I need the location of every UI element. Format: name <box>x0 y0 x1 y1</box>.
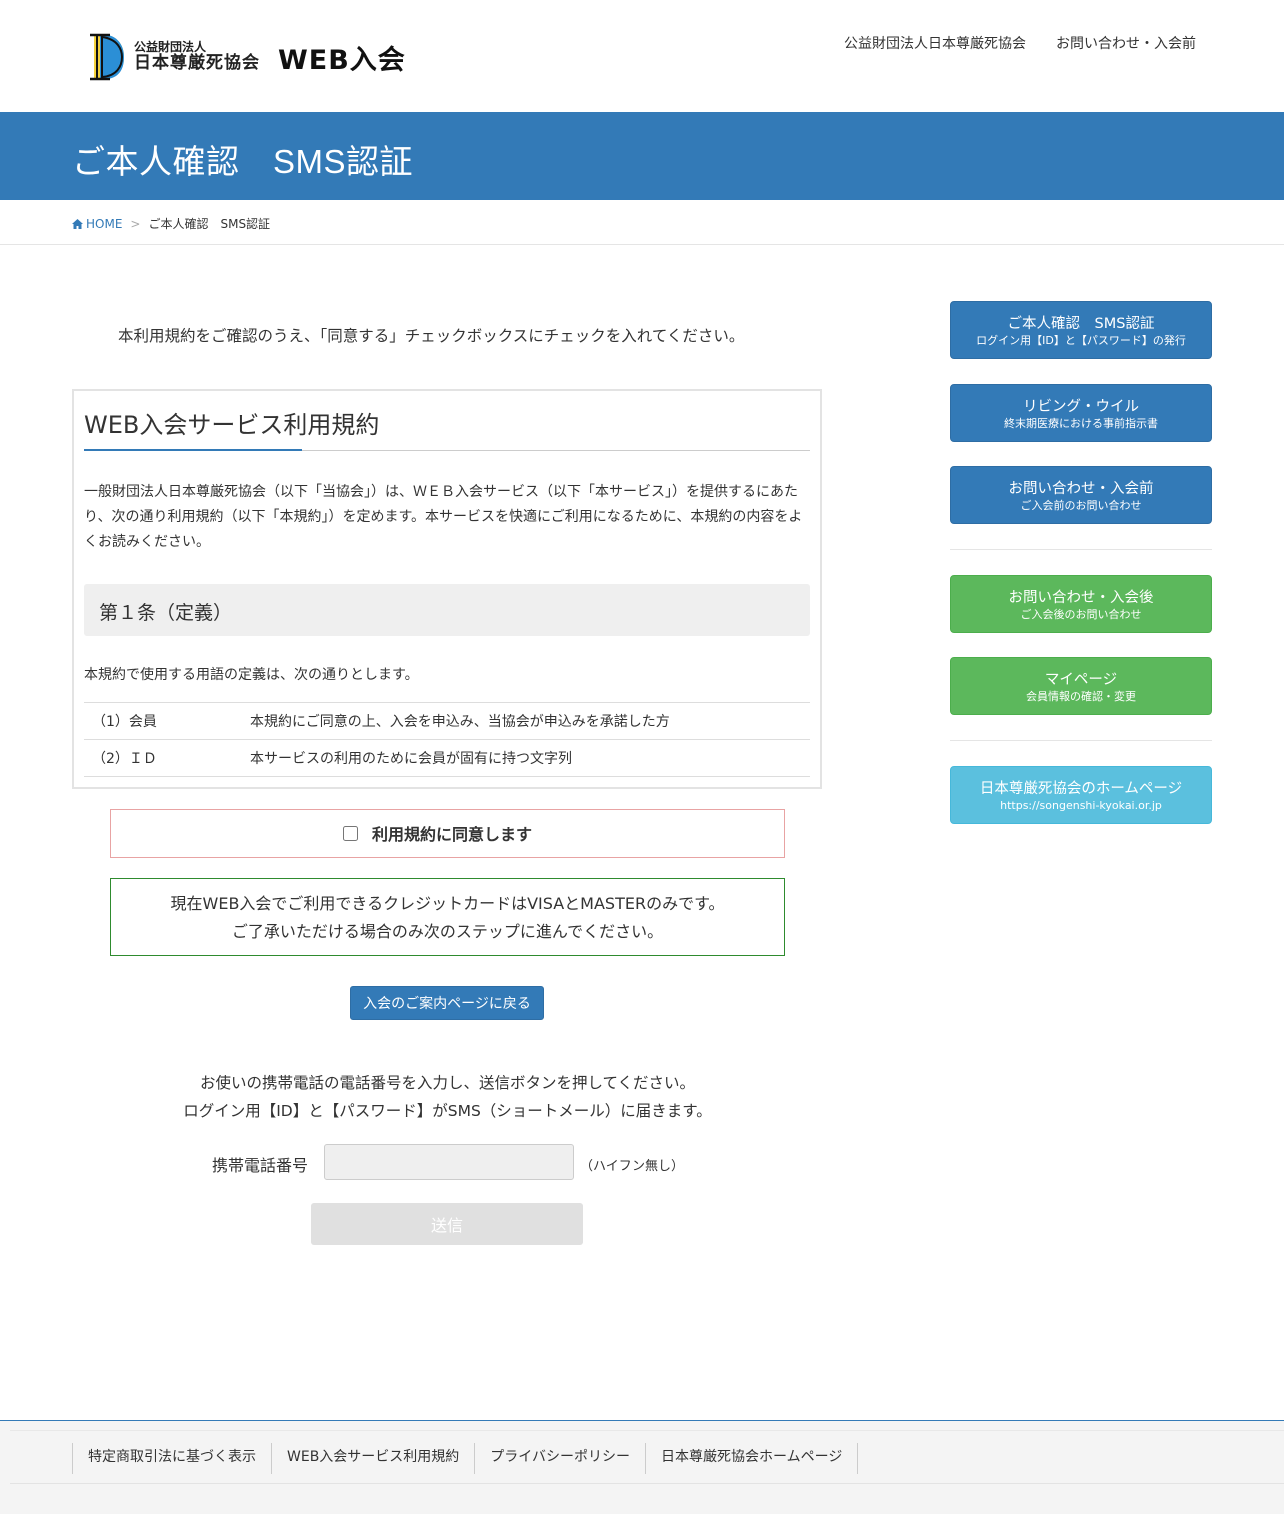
site-logo[interactable]: 公益財団法人 日本尊厳死協会 WEB入会 <box>88 32 406 82</box>
footer-link-privacy[interactable]: プライバシーポリシー <box>474 1443 645 1474</box>
footer-divider <box>10 1430 1284 1431</box>
sidebar-button-contact-after[interactable]: お問い合わせ・入会後 ご入会後のお問い合わせ <box>950 575 1212 633</box>
site-footer: 特定商取引法に基づく表示 WEB入会サービス利用規約 プライバシーポリシー 日本… <box>0 1420 1284 1514</box>
sidebar-button-homepage[interactable]: 日本尊厳死協会のホームページ https://songenshi-kyokai.… <box>950 766 1212 824</box>
sidebar-button-label: ご本人確認 SMS認証 <box>1007 316 1155 332</box>
card-notice-box: 現在WEB入会でご利用できるクレジットカードはVISAとMASTERのみです。 … <box>110 878 785 956</box>
article-heading: 第１条（定義） <box>84 584 810 636</box>
footer-link-homepage[interactable]: 日本尊厳死協会ホームページ <box>645 1443 859 1474</box>
sms-instructions: お使いの携帯電話の電話番号を入力し、送信ボタンを押してください。 ログイン用【I… <box>110 1069 785 1125</box>
breadcrumb-home-label: HOME <box>86 216 123 231</box>
sidebar-divider <box>950 740 1212 741</box>
sidebar-divider <box>950 549 1212 550</box>
global-nav: 公益財団法人日本尊厳死協会 お問い合わせ・入会前 <box>844 33 1196 53</box>
definitions-table: （1）会員 本規約にご同意の上、入会を申込み、当協会が申込みを承諾した方 （2）… <box>84 702 810 777</box>
agree-checkbox[interactable] <box>343 825 358 841</box>
terms-body: 一般財団法人日本尊厳死協会（以下「当協会」）は、ＷＥＢ入会サービス（以下「本サー… <box>84 484 803 550</box>
definition-term: （2）ＩＤ <box>84 739 250 777</box>
intro-text: 本利用規約をご確認のうえ、「同意する」チェックボックスにチェックを入れてください… <box>118 327 745 345</box>
agree-box: 利用規約に同意します <box>110 809 785 858</box>
sidebar-button-sublabel: ログイン用【ID】と【パスワード】の発行 <box>976 334 1186 347</box>
sidebar-button-label: お問い合わせ・入会後 <box>1008 590 1154 606</box>
phone-hint: （ハイフン無し） <box>580 1159 685 1174</box>
site-header: 公益財団法人 日本尊厳死協会 WEB入会 公益財団法人日本尊厳死協会 お問い合わ… <box>0 0 1284 112</box>
logo-text: 公益財団法人 日本尊厳死協会 <box>134 40 260 74</box>
send-button[interactable]: 送信 <box>311 1203 583 1245</box>
sidebar-button-label: リビング・ウイル <box>1023 399 1139 415</box>
notice-line-1: 現在WEB入会でご利用できるクレジットカードはVISAとMASTERのみです。 <box>170 894 725 913</box>
breadcrumb-current: ご本人確認 SMS認証 <box>148 217 271 231</box>
table-row: （1）会員 本規約にご同意の上、入会を申込み、当協会が申込みを承諾した方 <box>84 702 810 740</box>
footer-link-tokusho[interactable]: 特定商取引法に基づく表示 <box>72 1443 271 1474</box>
breadcrumb: HOME > ご本人確認 SMS認証 <box>0 200 1284 245</box>
nav-link-contact-before[interactable]: お問い合わせ・入会前 <box>1056 33 1196 53</box>
sidebar-button-sms-auth[interactable]: ご本人確認 SMS認証 ログイン用【ID】と【パスワード】の発行 <box>950 301 1212 359</box>
definition-desc: 本規約にご同意の上、入会を申込み、当協会が申込みを承諾した方 <box>250 702 810 740</box>
sidebar-button-sublabel: 終末期医療における事前指示書 <box>1004 417 1158 430</box>
logo-mark-icon <box>90 33 124 81</box>
back-to-guide-button[interactable]: 入会のご案内ページに戻る <box>350 986 544 1020</box>
definition-desc: 本サービスの利用のために会員が固有に持つ文字列 <box>250 739 810 777</box>
notice-line-2: ご了承いただける場合のみ次のステップに進んでください。 <box>231 922 664 941</box>
footer-divider <box>10 1483 1284 1484</box>
sidebar-button-sublabel: ご入会後のお問い合わせ <box>1020 608 1142 621</box>
terms-title-accent <box>84 449 302 451</box>
sidebar-button-label: マイページ <box>1044 672 1118 688</box>
sms-instruction-line-2: ログイン用【ID】と【パスワード】がSMS（ショートメール）に届きます。 <box>183 1102 712 1120</box>
home-icon <box>72 218 83 229</box>
sidebar-button-label: お問い合わせ・入会前 <box>1008 481 1154 497</box>
table-row: （2）ＩＤ 本サービスの利用のために会員が固有に持つ文字列 <box>84 739 810 777</box>
footer-link-terms[interactable]: WEB入会サービス利用規約 <box>271 1443 474 1474</box>
agree-label-text: 利用規約に同意します <box>372 825 533 844</box>
terms-title: WEB入会サービス利用規約 <box>84 411 380 439</box>
footer-nav: 特定商取引法に基づく表示 WEB入会サービス利用規約 プライバシーポリシー 日本… <box>72 1443 859 1474</box>
sms-instruction-line-1: お使いの携帯電話の電話番号を入力し、送信ボタンを押してください。 <box>199 1074 696 1092</box>
logo-web-text: WEB入会 <box>278 44 406 76</box>
nav-link-association[interactable]: 公益財団法人日本尊厳死協会 <box>844 33 1026 53</box>
sidebar-button-mypage[interactable]: マイページ 会員情報の確認・変更 <box>950 657 1212 715</box>
terms-box[interactable]: WEB入会サービス利用規約 一般財団法人日本尊厳死協会（以下「当協会」）は、ＷＥ… <box>72 389 822 789</box>
logo-main-text: 日本尊厳死協会 <box>134 53 260 74</box>
phone-label: 携帯電話番号 <box>212 1156 309 1175</box>
sidebar-button-sublabel: https://songenshi-kyokai.or.jp <box>1000 799 1162 812</box>
phone-number-input[interactable] <box>324 1144 574 1180</box>
sidebar-button-contact-before[interactable]: お問い合わせ・入会前 ご入会前のお問い合わせ <box>950 466 1212 524</box>
page-title: ご本人確認 SMS認証 <box>72 143 414 180</box>
page-title-band: ご本人確認 SMS認証 <box>0 112 1284 200</box>
breadcrumb-home-link[interactable]: HOME <box>72 217 122 231</box>
sidebar-button-living-will[interactable]: リビング・ウイル 終末期医療における事前指示書 <box>950 384 1212 442</box>
definition-term: （1）会員 <box>84 702 250 740</box>
agree-label[interactable]: 利用規約に同意します <box>343 821 532 845</box>
article-title: 第１条（定義） <box>99 602 233 624</box>
sidebar-button-label: 日本尊厳死協会のホームページ <box>979 781 1183 797</box>
sidebar-button-sublabel: 会員情報の確認・変更 <box>1026 690 1136 703</box>
article-intro: 本規約で使用する用語の定義は、次の通りとします。 <box>84 667 419 683</box>
sidebar-button-sublabel: ご入会前のお問い合わせ <box>1020 499 1142 512</box>
breadcrumb-separator: > <box>130 216 141 231</box>
